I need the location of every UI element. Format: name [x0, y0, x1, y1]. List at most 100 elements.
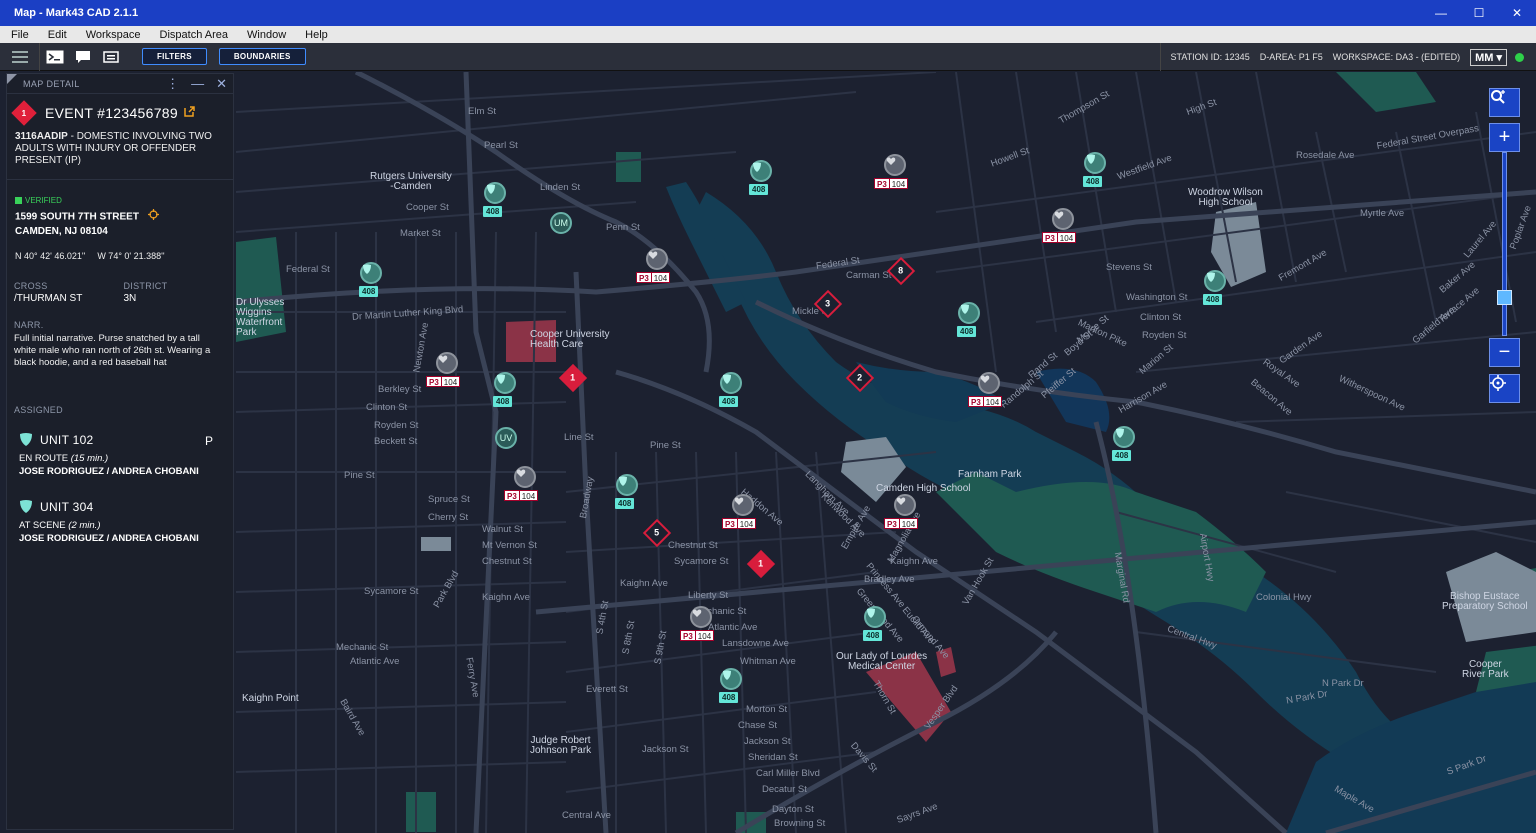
unit-marker[interactable]: 408: [946, 302, 992, 342]
map-label-poi: Judge Robert Johnson Park: [530, 735, 592, 756]
menu-dispatch-area[interactable]: Dispatch Area: [157, 29, 231, 41]
unit-marker[interactable]: P3 104: [966, 372, 1012, 412]
unit-status: EN ROUTE (15 min.): [19, 453, 109, 464]
map-label-street: Cooper St: [406, 202, 449, 213]
map-label-street: Carl Miller Blvd: [756, 768, 820, 779]
assigned-unit[interactable]: UNIT 304 AT SCENE (2 min.) JOSE RODRIGUE…: [19, 499, 233, 545]
map-label-street: Federal St: [286, 264, 330, 275]
map-label-street: Stevens St: [1106, 262, 1152, 273]
narrative-text: Full initial narrative. Purse snatched b…: [14, 333, 211, 368]
map-label-street: Berkley St: [378, 384, 422, 395]
unit-marker[interactable]: 408: [1101, 426, 1147, 466]
zoom-in-button[interactable]: +: [1489, 123, 1520, 152]
map-label-poi: Bishop Eustace Preparatory School: [1442, 591, 1528, 612]
assigned-unit[interactable]: UNIT 102 P EN ROUTE (15 min.) JOSE RODRI…: [19, 432, 233, 478]
external-link-icon[interactable]: [184, 104, 195, 122]
map-detail-panel: MAP DETAIL ⋮ — ✕ 1 EVENT #123456789 3116…: [6, 73, 234, 830]
close-panel-icon[interactable]: ✕: [216, 76, 227, 92]
zoom-search-button[interactable]: [1489, 88, 1520, 117]
boundaries-button[interactable]: BOUNDARIES: [218, 48, 306, 65]
panel-corner-icon: [7, 74, 17, 84]
unit-marker[interactable]: P3 104: [1040, 208, 1086, 248]
heart-icon: [1054, 211, 1064, 219]
filters-button[interactable]: FILTERS: [142, 48, 207, 65]
map-label-street: Royden St: [1142, 330, 1187, 341]
unit-marker[interactable]: P3 104: [882, 494, 928, 534]
map-label-street: Mechanic St: [336, 642, 389, 653]
unit-marker[interactable]: 408: [604, 474, 650, 514]
unit-marker[interactable]: P3 104: [872, 154, 918, 194]
map-label-street: Colonial Hwy: [1256, 592, 1312, 603]
map-label-street: Kaighn Ave: [620, 578, 668, 589]
district-label: DISTRICT: [123, 281, 168, 291]
station-id: STATION ID: 12345: [1159, 43, 1250, 71]
menu-file[interactable]: File: [8, 29, 32, 41]
map-label-street: Sycamore St: [674, 556, 729, 567]
locate-crosshair-icon[interactable]: [147, 209, 159, 225]
map-label-poi: Camden High School: [876, 483, 971, 494]
hamburger-menu-icon[interactable]: [0, 42, 40, 71]
more-options-icon[interactable]: ⋮: [166, 76, 179, 92]
menu-window[interactable]: Window: [244, 29, 289, 41]
minimize-button[interactable]: —: [1422, 0, 1460, 26]
unit-marker[interactable]: 408: [1072, 152, 1118, 192]
printer-icon[interactable]: [98, 43, 124, 71]
dispatch-area: D-AREA: P1 F5: [1259, 52, 1323, 62]
close-button[interactable]: ✕: [1498, 0, 1536, 26]
map-label-street: Atlantic Ave: [350, 656, 400, 667]
divider: [7, 179, 233, 180]
map-label-street: Clinton St: [366, 402, 408, 413]
heart-icon: [896, 497, 906, 505]
unit-marker[interactable]: 408: [472, 182, 518, 222]
unit-marker[interactable]: P3 104: [634, 248, 680, 288]
unit-cluster-marker[interactable]: UV: [495, 427, 517, 449]
latitude: N 40° 42' 46.021'': [15, 251, 86, 261]
map-label-poi: Cooper University Health Care: [530, 329, 610, 350]
unit-marker[interactable]: 408: [1192, 270, 1238, 310]
event-address: 1599 SOUTH 7TH STREET CAMDEN, NJ 08104: [15, 209, 233, 239]
zoom-slider-handle[interactable]: [1497, 290, 1512, 305]
user-menu-button[interactable]: MM ▾: [1470, 48, 1507, 66]
unit-cluster-marker[interactable]: UM: [550, 212, 572, 234]
shield-icon: [20, 500, 32, 513]
zoom-slider-track[interactable]: [1502, 152, 1507, 336]
map-label-poi: Our Lady of Lourdes Medical Center: [836, 651, 928, 672]
unit-marker[interactable]: 408: [852, 606, 898, 646]
map-label-street: Myrtle Ave: [1360, 208, 1405, 219]
cross-value: /THURMAN ST: [14, 293, 83, 304]
map-label-street: Pine St: [650, 440, 681, 451]
shield-icon: [1207, 272, 1215, 282]
unit-marker[interactable]: P3 104: [720, 494, 766, 534]
unit-marker[interactable]: P3 104: [678, 606, 724, 646]
recenter-button[interactable]: [1489, 374, 1520, 403]
unit-marker[interactable]: 408: [738, 160, 784, 200]
terminal-icon[interactable]: [42, 43, 68, 71]
workspace-name: WORKSPACE: DA3 - (EDITED): [1332, 52, 1461, 62]
shield-icon: [867, 608, 875, 618]
heart-icon: [648, 251, 658, 259]
menu-workspace[interactable]: Workspace: [83, 29, 144, 41]
map-label-street: Mt Vernon St: [482, 540, 537, 551]
menu-help[interactable]: Help: [302, 29, 331, 41]
map-canvas[interactable]: Rutgers University -Camden Cooper Univer…: [236, 72, 1536, 833]
event-title: EVENT #123456789: [45, 105, 178, 121]
unit-marker[interactable]: 408: [348, 262, 394, 302]
chat-icon[interactable]: [70, 43, 96, 71]
unit-marker[interactable]: 408: [482, 372, 528, 412]
minimize-panel-icon[interactable]: —: [191, 76, 204, 92]
unit-marker[interactable]: 408: [708, 668, 754, 708]
map-label-street: Sycamore St: [364, 586, 419, 597]
menu-edit[interactable]: Edit: [45, 29, 70, 41]
map-label-street: Royden St: [374, 420, 419, 431]
maximize-button[interactable]: ☐: [1460, 0, 1498, 26]
shield-icon: [723, 374, 731, 384]
map-label-street: Rosedale Ave: [1296, 150, 1355, 161]
unit-marker[interactable]: P3 104: [502, 466, 548, 506]
shield-icon: [363, 264, 371, 274]
zoom-out-button[interactable]: −: [1489, 338, 1520, 367]
assigned-label: ASSIGNED: [14, 405, 63, 415]
unit-flag: P: [204, 434, 213, 448]
heart-icon: [886, 157, 896, 165]
unit-marker[interactable]: 408: [708, 372, 754, 412]
unit-marker[interactable]: P3 104: [424, 352, 470, 392]
